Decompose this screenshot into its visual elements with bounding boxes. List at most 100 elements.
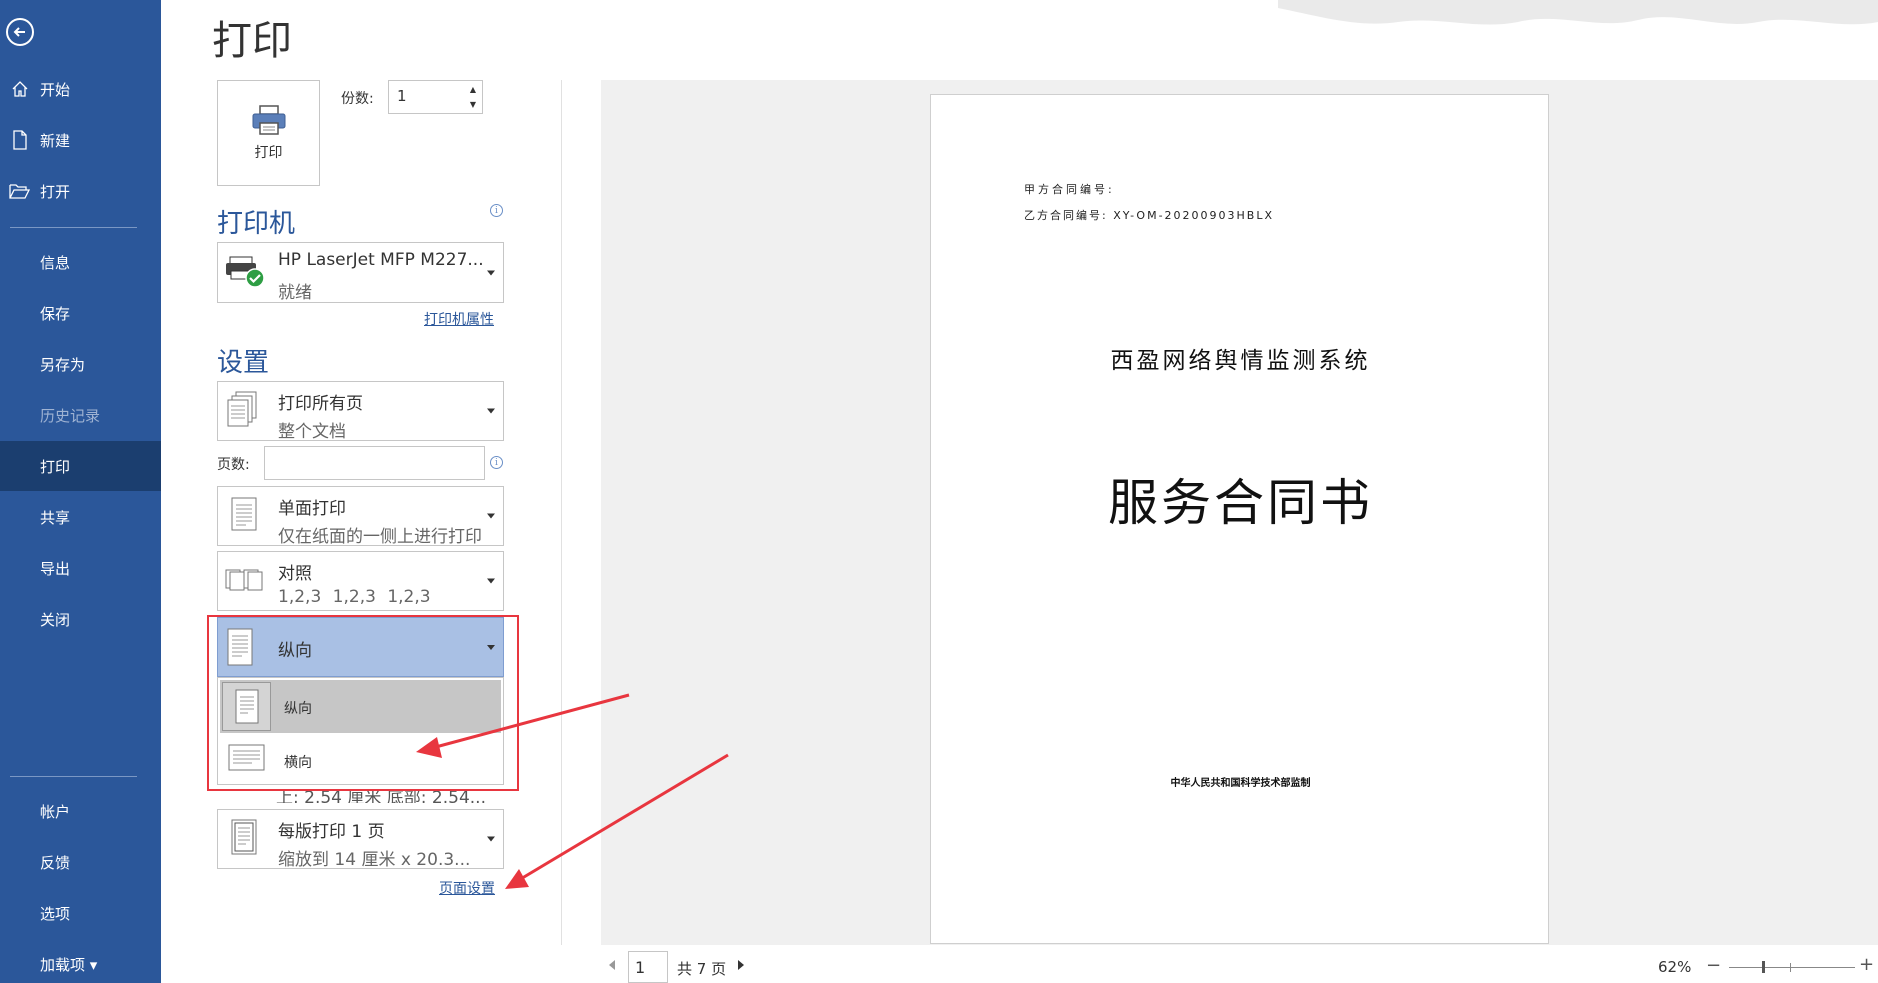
pages-per-sheet-icon xyxy=(224,817,264,861)
sidebar-item-label: 加载项 ▾ xyxy=(40,955,98,974)
sidebar-item-label: 共享 xyxy=(40,508,71,527)
sidebar-item-new[interactable]: 新建 xyxy=(0,115,161,165)
sidebar-item-label: 反馈 xyxy=(40,853,71,872)
pages-per-sheet-desc: 缩放到 14 厘米 x 20.3... xyxy=(278,850,471,870)
next-page-icon[interactable] xyxy=(738,960,744,970)
orientation-option-label: 纵向 xyxy=(284,701,312,717)
doc-system-name: 西盈网络舆情监测系统 xyxy=(1110,348,1371,374)
chevron-down-icon xyxy=(487,836,495,842)
copies-stepper[interactable]: ▲ ▼ xyxy=(466,82,480,112)
sidebar-item-label: 打开 xyxy=(40,182,71,201)
copies-label: 份数: xyxy=(341,91,374,107)
printer-ready-icon xyxy=(224,251,268,295)
portrait-icon xyxy=(222,682,271,731)
chevron-down-icon xyxy=(487,645,495,650)
preview-page: 甲方合同编号: 乙方合同编号: XY-OM-20200903HBLX 西盈网络舆… xyxy=(930,94,1549,944)
sidebar-item-close[interactable]: 关闭 xyxy=(0,594,161,644)
printer-dropdown[interactable]: HP LaserJet MFP M227... 就绪 xyxy=(217,242,504,303)
chevron-up-icon[interactable]: ▲ xyxy=(470,85,476,94)
pages-per-sheet-dropdown[interactable]: 每版打印 1 页 缩放到 14 厘米 x 20.3... xyxy=(217,809,504,870)
pages-input[interactable] xyxy=(264,446,485,480)
zoom-out-icon[interactable]: − xyxy=(1706,957,1721,975)
zoom-in-icon[interactable]: + xyxy=(1859,956,1874,974)
sidebar-item-addins[interactable]: 加载项 ▾ xyxy=(0,939,161,983)
backstage-sidebar: 开始 新建 打开 信息 保存 另存为 历史记录 打印 共享 导出 关闭 帐户 反… xyxy=(0,0,161,983)
doc-party-a-number: 甲方合同编号: xyxy=(1024,183,1115,196)
orientation-option-label: 横向 xyxy=(284,755,312,771)
orientation-value: 纵向 xyxy=(278,641,312,661)
chevron-down-icon[interactable]: ▼ xyxy=(470,100,476,109)
sidebar-item-label: 帐户 xyxy=(40,802,71,821)
sidebar-item-export[interactable]: 导出 xyxy=(0,543,161,593)
open-folder-icon xyxy=(0,182,40,200)
chevron-down-icon xyxy=(487,578,495,584)
pages-icon xyxy=(224,389,264,433)
collate-title: 对照 xyxy=(278,564,312,584)
current-page-input[interactable]: 1 xyxy=(628,951,668,983)
print-range-title: 打印所有页 xyxy=(278,394,363,414)
collate-dropdown[interactable]: 对照 1,2,3 1,2,3 1,2,3 xyxy=(217,551,504,611)
orientation-option-portrait[interactable]: 纵向 xyxy=(220,680,501,733)
info-icon[interactable]: i xyxy=(490,204,503,217)
sidebar-item-print[interactable]: 打印 xyxy=(0,441,161,491)
pages-per-sheet-title: 每版打印 1 页 xyxy=(278,822,385,842)
back-button[interactable] xyxy=(6,18,34,46)
orientation-menu: 纵向 横向 xyxy=(217,677,504,785)
orientation-option-landscape[interactable]: 横向 xyxy=(220,734,501,784)
ribbon-decoration xyxy=(1278,0,1878,25)
sidebar-item-label: 信息 xyxy=(40,253,71,272)
sidebar-item-label: 导出 xyxy=(40,559,71,578)
print-button-label: 打印 xyxy=(254,145,283,161)
printer-icon xyxy=(252,105,285,135)
sidebar-item-label: 另存为 xyxy=(40,355,86,374)
printer-name: HP LaserJet MFP M227... xyxy=(278,250,484,270)
printer-status: 就绪 xyxy=(278,283,312,303)
landscape-icon xyxy=(228,744,266,776)
sidebar-item-save-as[interactable]: 另存为 xyxy=(0,339,161,389)
page-setup-link[interactable]: 页面设置 xyxy=(439,878,495,898)
print-button[interactable]: 打印 xyxy=(217,80,320,186)
sidebar-item-label: 关闭 xyxy=(40,610,71,629)
single-sided-icon xyxy=(224,494,264,538)
doc-footer: 中华人民共和国科学技术部监制 xyxy=(1170,778,1311,789)
sidebar-item-info[interactable]: 信息 xyxy=(0,237,161,287)
pages-label: 页数: xyxy=(217,457,250,473)
sidebar-item-label: 开始 xyxy=(40,80,71,99)
chevron-down-icon xyxy=(487,408,495,414)
sidebar-item-label: 新建 xyxy=(40,131,71,150)
collate-desc: 1,2,3 1,2,3 1,2,3 xyxy=(278,587,431,607)
sides-dropdown[interactable]: 单面打印 仅在纸面的一侧上进行打印 xyxy=(217,486,504,547)
doc-title: 服务合同书 xyxy=(1108,474,1373,532)
zoom-slider-thumb[interactable] xyxy=(1762,961,1765,973)
sidebar-item-feedback[interactable]: 反馈 xyxy=(0,837,161,887)
sidebar-item-label: 历史记录 xyxy=(40,406,101,425)
sidebar-item-options[interactable]: 选项 xyxy=(0,888,161,938)
printer-section-title: 打印机 xyxy=(217,209,296,239)
collate-icon xyxy=(224,559,264,603)
settings-section-title: 设置 xyxy=(217,348,270,378)
zoom-slider-midmark xyxy=(1790,963,1791,972)
sidebar-item-share[interactable]: 共享 xyxy=(0,492,161,542)
printer-properties-link[interactable]: 打印机属性 xyxy=(424,309,494,329)
previous-page-icon[interactable] xyxy=(609,960,615,970)
sidebar-item-label: 打印 xyxy=(40,457,71,476)
back-arrow-icon xyxy=(13,27,25,37)
sidebar-item-home[interactable]: 开始 xyxy=(0,64,161,114)
sidebar-item-save[interactable]: 保存 xyxy=(0,288,161,338)
print-range-dropdown[interactable]: 打印所有页 整个文档 xyxy=(217,381,504,442)
sidebar-item-open[interactable]: 打开 xyxy=(0,166,161,216)
portrait-icon xyxy=(226,628,256,672)
total-pages-label: 共 7 页 xyxy=(677,960,727,978)
sidebar-item-account[interactable]: 帐户 xyxy=(0,786,161,836)
orientation-dropdown[interactable]: 纵向 xyxy=(217,617,504,677)
info-icon[interactable]: i xyxy=(490,456,503,469)
zoom-level[interactable]: 62% xyxy=(1658,958,1691,976)
sidebar-item-history: 历史记录 xyxy=(0,390,161,440)
sides-desc: 仅在纸面的一侧上进行打印 xyxy=(278,527,482,547)
home-icon xyxy=(0,79,40,99)
page-title: 打印 xyxy=(212,18,292,64)
zoom-slider-track[interactable] xyxy=(1729,967,1855,968)
sidebar-divider xyxy=(10,776,137,777)
preview-status-bar: 1 共 7 页 62% − + xyxy=(561,945,1878,983)
column-divider xyxy=(561,80,562,960)
